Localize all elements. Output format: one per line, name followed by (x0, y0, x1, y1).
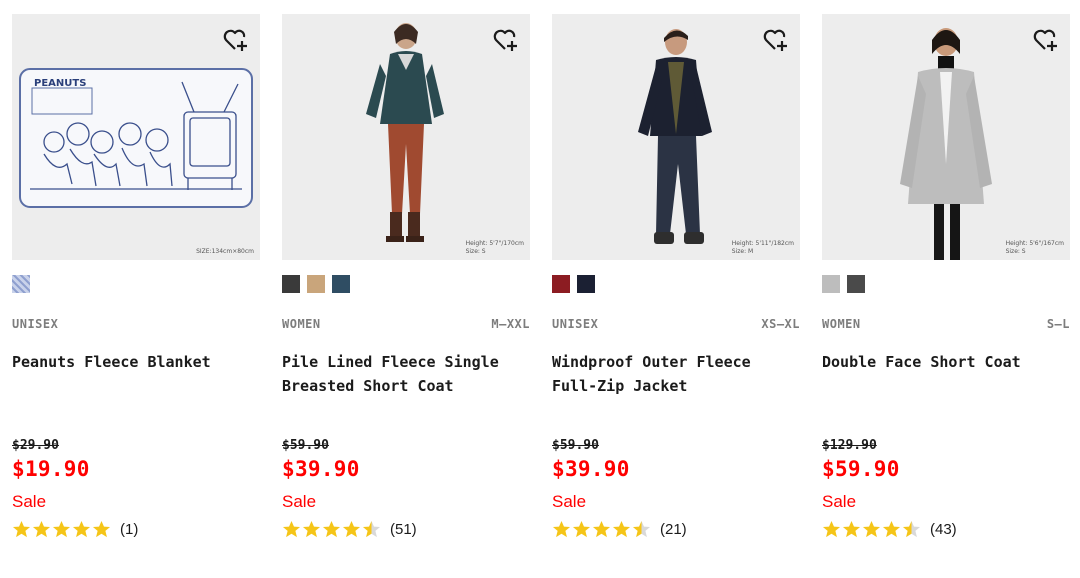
rating-count: (1) (120, 520, 139, 538)
product-image[interactable]: Height: 5'6"/167cm Size: S (822, 14, 1070, 260)
star-icon (362, 520, 381, 537)
star-icon (632, 520, 651, 537)
star-icon (52, 520, 71, 537)
model-info-note: Height: 5'7"/170cm Size: S (465, 240, 524, 255)
sale-label: Sale (12, 492, 47, 511)
svg-text:PEANUTS: PEANUTS (34, 78, 86, 89)
size-range: XS–XL (761, 317, 800, 331)
color-swatch[interactable] (332, 275, 350, 293)
sale-price: $19.90 (12, 457, 90, 481)
sale-label: Sale (552, 492, 587, 511)
rating: (51) (282, 518, 417, 540)
sale-price: $39.90 (282, 457, 360, 481)
rating-count: (21) (660, 520, 687, 538)
star-icon (282, 520, 301, 537)
original-price: $59.90 (282, 438, 329, 453)
sale-label: Sale (822, 492, 857, 511)
gender-label: UNISEX (552, 317, 599, 331)
color-swatches (12, 275, 30, 293)
star-icon (822, 520, 841, 537)
star-icon (12, 520, 31, 537)
star-icon (592, 520, 611, 537)
model-info-note: Height: 5'11"/182cm Size: M (731, 240, 794, 255)
star-icon (302, 520, 321, 537)
gender-label: UNISEX (12, 317, 59, 331)
star-icon (32, 520, 51, 537)
product-image[interactable]: PEANUTS SIZE:134cm×80cm (12, 14, 260, 260)
star-icon (72, 520, 91, 537)
sale-label: Sale (282, 492, 317, 511)
color-swatches (552, 275, 595, 293)
rating-stars (282, 520, 381, 539)
color-swatch[interactable] (847, 275, 865, 293)
star-icon (862, 520, 881, 537)
original-price: $59.90 (552, 438, 599, 453)
size-range: S–L (1046, 317, 1070, 331)
original-price: $129.90 (822, 438, 877, 453)
star-icon (842, 520, 861, 537)
star-icon (882, 520, 901, 537)
star-icon (322, 520, 341, 537)
rating-stars (822, 520, 921, 539)
heart-plus-icon (1033, 29, 1057, 51)
product-name[interactable]: Windproof Outer Fleece Full-Zip Jacket (552, 350, 792, 398)
product-card[interactable]: Height: 5'7"/170cm Size: S WOMEN M–XXL P… (282, 14, 530, 554)
product-name[interactable]: Double Face Short Coat (822, 350, 1062, 374)
product-name[interactable]: Peanuts Fleece Blanket (12, 350, 252, 374)
color-swatch[interactable] (282, 275, 300, 293)
product-image[interactable]: Height: 5'11"/182cm Size: M (552, 14, 800, 260)
sale-price: $39.90 (552, 457, 630, 481)
star-icon (572, 520, 591, 537)
color-swatch[interactable] (577, 275, 595, 293)
product-image[interactable]: Height: 5'7"/170cm Size: S (282, 14, 530, 260)
product-card[interactable]: Height: 5'11"/182cm Size: M UNISEX XS–XL… (552, 14, 800, 554)
color-swatch[interactable] (552, 275, 570, 293)
rating-count: (51) (390, 520, 417, 538)
gender-label: WOMEN (282, 317, 321, 331)
favorite-button[interactable] (490, 24, 520, 54)
star-icon (612, 520, 631, 537)
rating: (21) (552, 518, 687, 540)
size-range: M–XXL (491, 317, 530, 331)
favorite-button[interactable] (220, 24, 250, 54)
product-name[interactable]: Pile Lined Fleece Single Breasted Short … (282, 350, 522, 398)
favorite-button[interactable] (1030, 24, 1060, 54)
color-swatches (282, 275, 350, 293)
star-icon (342, 520, 361, 537)
rating-stars (12, 520, 111, 539)
favorite-button[interactable] (760, 24, 790, 54)
color-swatches (822, 275, 865, 293)
image-size-note: SIZE:134cm×80cm (196, 248, 254, 255)
heart-plus-icon (493, 29, 517, 51)
rating: (1) (12, 518, 138, 540)
product-grid: PEANUTS SIZE:134cm×80cm UNISEX Peanuts F… (12, 14, 1076, 574)
product-card[interactable]: PEANUTS SIZE:134cm×80cm UNISEX Peanuts F… (12, 14, 260, 554)
star-icon (552, 520, 571, 537)
rating-stars (552, 520, 651, 539)
color-swatch[interactable] (307, 275, 325, 293)
original-price: $29.90 (12, 438, 59, 453)
product-card[interactable]: Height: 5'6"/167cm Size: S WOMEN S–L Dou… (822, 14, 1070, 554)
heart-plus-icon (763, 29, 787, 51)
model-info-note: Height: 5'6"/167cm Size: S (1005, 240, 1064, 255)
rating: (43) (822, 518, 957, 540)
color-swatch[interactable] (822, 275, 840, 293)
color-swatch[interactable] (12, 275, 30, 293)
star-icon (92, 520, 111, 537)
sale-price: $59.90 (822, 457, 900, 481)
heart-plus-icon (223, 29, 247, 51)
gender-label: WOMEN (822, 317, 861, 331)
rating-count: (43) (930, 520, 957, 538)
star-icon (902, 520, 921, 537)
